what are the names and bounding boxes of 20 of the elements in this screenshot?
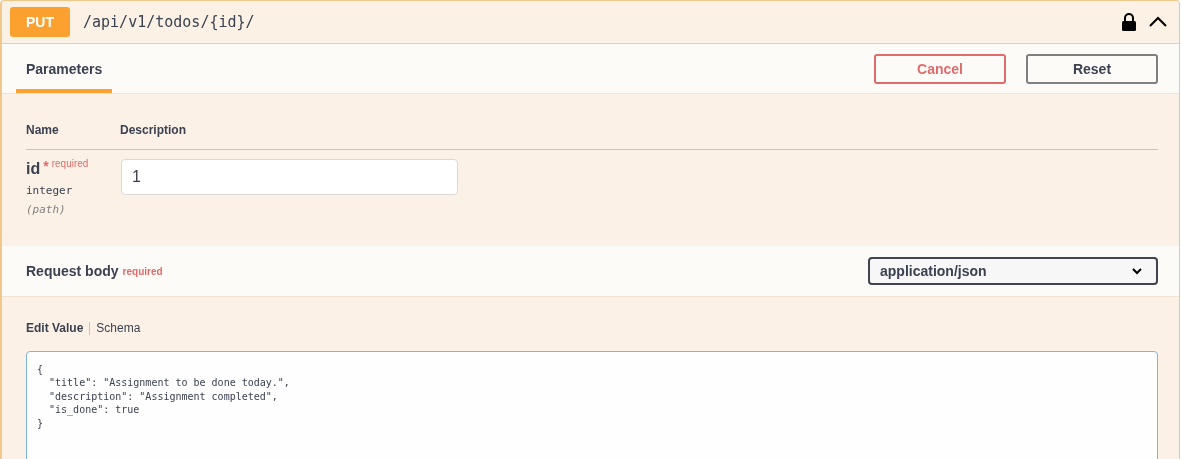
description-column-header: Description [120, 123, 186, 137]
content-type-dropdown[interactable]: application/json [868, 257, 1158, 285]
chevron-up-icon[interactable] [1149, 16, 1167, 28]
id-input-field[interactable]: 1 [121, 159, 458, 195]
parameter-type: integer [26, 184, 73, 197]
chevron-down-icon [1132, 267, 1142, 275]
request-body-label: Request body [26, 263, 119, 279]
required-asterisk: * [43, 158, 49, 174]
method-badge: PUT [10, 7, 70, 37]
lock-icon[interactable] [1122, 13, 1136, 31]
json-editor-field[interactable]: { "title": "Assignment to be done today.", "description": "Assignment completed", "is_done": true } [26, 351, 1158, 459]
required-label: required [122, 265, 163, 277]
name-column-header: Name [26, 123, 60, 137]
required-label: required [51, 158, 89, 169]
endpoint-path[interactable]: /api/v1/todos/{id}/ [83, 13, 1109, 31]
parameter-location: (path) [26, 203, 66, 216]
edit-value-tab[interactable]: Edit Value [26, 321, 84, 335]
schema-tab[interactable]: Schema [96, 321, 141, 335]
parameter-name: id [26, 160, 41, 177]
reset-button[interactable]: Reset [1026, 53, 1158, 84]
